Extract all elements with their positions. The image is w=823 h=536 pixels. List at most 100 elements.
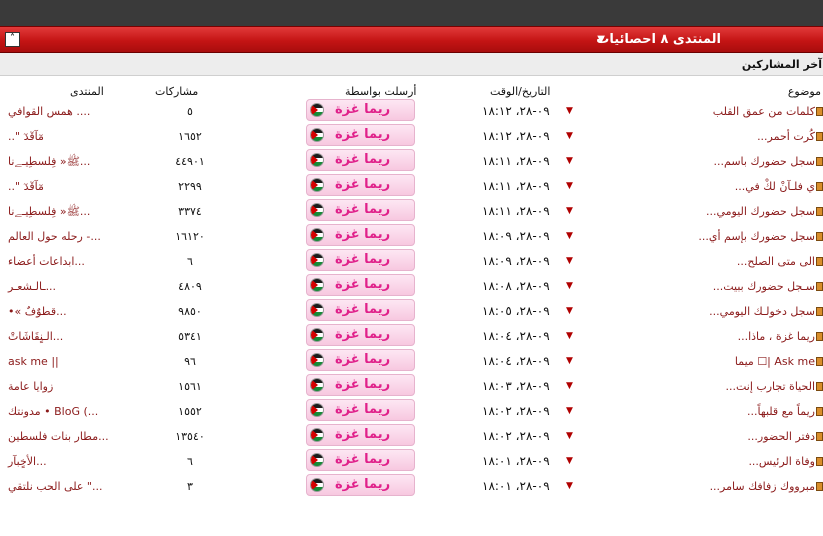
topic-title: سجل حضورك اليومي... <box>705 205 815 218</box>
palestine-flag-icon <box>310 253 324 267</box>
forum-link[interactable]: •« قطوٌفٌ... <box>8 305 67 318</box>
poster-badge[interactable]: ريما غزة <box>306 324 415 346</box>
go-to-post-icon[interactable]: ▼ <box>566 306 573 316</box>
topic-link[interactable]: سجل حضورك بإسم أي... <box>698 230 823 243</box>
go-to-post-icon[interactable]: ▼ <box>566 256 573 266</box>
go-to-post-icon[interactable]: ▼ <box>566 131 573 141</box>
forum-link[interactable]: زوايا عامة <box>8 380 53 393</box>
go-to-post-icon[interactable]: ▼ <box>566 381 573 391</box>
poster-badge[interactable]: ريما غزة <box>306 199 415 221</box>
go-to-post-icon[interactable]: ▼ <box>566 356 573 366</box>
go-to-post-icon[interactable]: ▼ <box>566 156 573 166</box>
poster-badge[interactable]: ريما غزة <box>306 274 415 296</box>
posts-count: ٩٨٥٠ <box>178 305 202 318</box>
topic-link[interactable]: دفتر الحضور... <box>747 430 823 443</box>
post-date: ٠٩-٢٨، ١٨:٠٩ <box>482 229 550 243</box>
poster-badge[interactable]: ريما غزة <box>306 299 415 321</box>
poster-badge[interactable]: ريما غزة <box>306 149 415 171</box>
post-date: ٠٩-٢٨، ١٨:٠٥ <box>482 304 550 318</box>
topic-link[interactable]: ريماً مع قلبهاً... <box>747 405 823 418</box>
go-to-post-icon[interactable]: ▼ <box>566 206 573 216</box>
post-date: ٠٩-٢٨، ١٨:٠١ <box>482 479 550 493</box>
post-date: ٠٩-٢٨، ١٨:١٢ <box>482 104 550 118</box>
forum-link[interactable]: رحله حول العالم -... <box>8 230 101 243</box>
forum-link[interactable]: .." مٓآقٓدٓ <box>8 130 44 143</box>
topic-title: الى متى الصلح... <box>736 255 815 268</box>
poster-badge[interactable]: ريما غزة <box>306 224 415 246</box>
poster-name: ريما غزة <box>335 377 391 392</box>
thread-icon <box>816 457 823 466</box>
topic-link[interactable]: كُرت أحمر... <box>757 130 823 143</box>
palestine-flag-icon <box>310 203 324 217</box>
table-row: Ask me |☐ ميما ▼ ٠٩-٢٨، ١٨:٠٤ ريما غزة ٩٦ ask… <box>0 348 823 373</box>
thread-icon <box>816 207 823 216</box>
topic-link[interactable]: سجل دخولـك اليومي... <box>709 305 823 318</box>
poster-badge[interactable]: ريما غزة <box>306 249 415 271</box>
go-to-post-icon[interactable]: ▼ <box>566 456 573 466</box>
poster-badge[interactable]: ريما غزة <box>306 349 415 371</box>
column-header-topic: موضوع <box>787 85 821 98</box>
poster-badge[interactable]: ريما غزة <box>306 99 415 121</box>
topic-link[interactable]: ريما غزة ، ماذا... <box>738 330 823 343</box>
poster-badge[interactable]: ريما غزة <box>306 474 415 496</box>
forum-link[interactable]: الـنٍقَاشَاتْ... <box>8 330 63 343</box>
go-to-post-icon[interactable]: ▼ <box>566 181 573 191</box>
go-to-post-icon[interactable]: ▼ <box>566 406 573 416</box>
go-to-post-icon[interactable]: ▼ <box>566 106 573 116</box>
collapse-button[interactable]: ˄ <box>5 32 20 47</box>
forum-link[interactable]: ـالـشعـر... <box>8 280 56 293</box>
thread-icon <box>816 332 823 341</box>
post-date: ٠٩-٢٨، ١٨:١١ <box>482 154 550 168</box>
column-header-forum: المنتدى <box>70 85 104 98</box>
forum-link[interactable]: همس القوافي .... <box>8 105 90 118</box>
table-row: سجل دخولـك اليومي... ▼ ٠٩-٢٨، ١٨:٠٥ ريما غز… <box>0 298 823 323</box>
forum-link[interactable]: على الحب نلتقي "... <box>8 480 102 493</box>
topic-link[interactable]: ي فلـآنْ لكْ في... <box>735 180 823 193</box>
topic-link[interactable]: مبرووك زفافك سامر... <box>710 480 823 493</box>
forum-link[interactable]: ابداعات أعضاء... <box>8 255 85 268</box>
thread-icon <box>816 182 823 191</box>
forum-link[interactable]: .." مٓآقٓدٓ <box>8 180 44 193</box>
topic-link[interactable]: Ask me |☐ ميما <box>735 355 823 368</box>
topic-link[interactable]: سجل حضورك اليومي... <box>706 205 823 218</box>
go-to-post-icon[interactable]: ▼ <box>566 431 573 441</box>
forum-link[interactable]: الأخٍبآر... <box>8 455 47 468</box>
go-to-post-icon[interactable]: ▼ <box>566 331 573 341</box>
palestine-flag-icon <box>310 153 324 167</box>
poster-name: ريما غزة <box>335 402 391 417</box>
posts-count: ٣٣٧٤ <box>178 205 202 218</box>
poster-badge[interactable]: ريما غزة <box>306 374 415 396</box>
topic-link[interactable]: الى متى الصلح... <box>737 255 823 268</box>
topic-link[interactable]: سـجل حضورك ببيت... <box>713 280 823 293</box>
poster-name: ريما غزة <box>335 252 391 267</box>
topic-title: ريماً مع قلبهاً... <box>747 405 815 418</box>
forum-link[interactable]: مطار بنات فلسطين... <box>8 430 109 443</box>
go-to-post-icon[interactable]: ▼ <box>566 231 573 241</box>
topic-link[interactable]: سجل حضورك باسم... <box>714 155 823 168</box>
posts-count: ٤٨٠٩ <box>178 280 202 293</box>
topic-title: سـجل حضورك ببيت... <box>712 280 815 293</box>
poster-badge[interactable]: ريما غزة <box>306 124 415 146</box>
post-date: ٠٩-٢٨، ١٨:١١ <box>482 204 550 218</box>
go-to-post-icon[interactable]: ▼ <box>566 281 573 291</box>
poster-name: ريما غزة <box>335 177 391 192</box>
topic-link[interactable]: وفاة الرئيس... <box>748 455 823 468</box>
poster-badge[interactable]: ريما غزة <box>306 449 415 471</box>
forum-link[interactable]: ask me || <box>8 355 59 368</box>
poster-badge[interactable]: ريما غزة <box>306 399 415 421</box>
poster-badge[interactable]: ريما غزة <box>306 174 415 196</box>
go-to-post-icon[interactable]: ▼ <box>566 481 573 491</box>
poster-badge[interactable]: ريما غزة <box>306 424 415 446</box>
forum-link[interactable]: ﷺ« فِلسطِيـﮯنا... <box>8 155 90 171</box>
forum-link[interactable]: مدونتك • BloG (... <box>8 405 98 418</box>
posts-count: ٦ <box>187 455 193 468</box>
posts-count: ١٥٥٢ <box>178 405 202 418</box>
topic-link[interactable]: كلمات من عمق القلب <box>713 105 823 118</box>
triangle-down-icon[interactable]: ▼ <box>597 34 605 45</box>
topic-link[interactable]: الحياة تجارب إنت... <box>725 380 823 393</box>
thread-icon <box>816 132 823 141</box>
table-row: الحياة تجارب إنت... ▼ ٠٩-٢٨، ١٨:٠٣ ريما غزة… <box>0 373 823 398</box>
forum-link[interactable]: ﷺ« فِلسطِيـﮯنا... <box>8 205 90 221</box>
thread-icon <box>816 357 823 366</box>
header-title: المنتدى ٨ احصائيات <box>596 32 721 47</box>
